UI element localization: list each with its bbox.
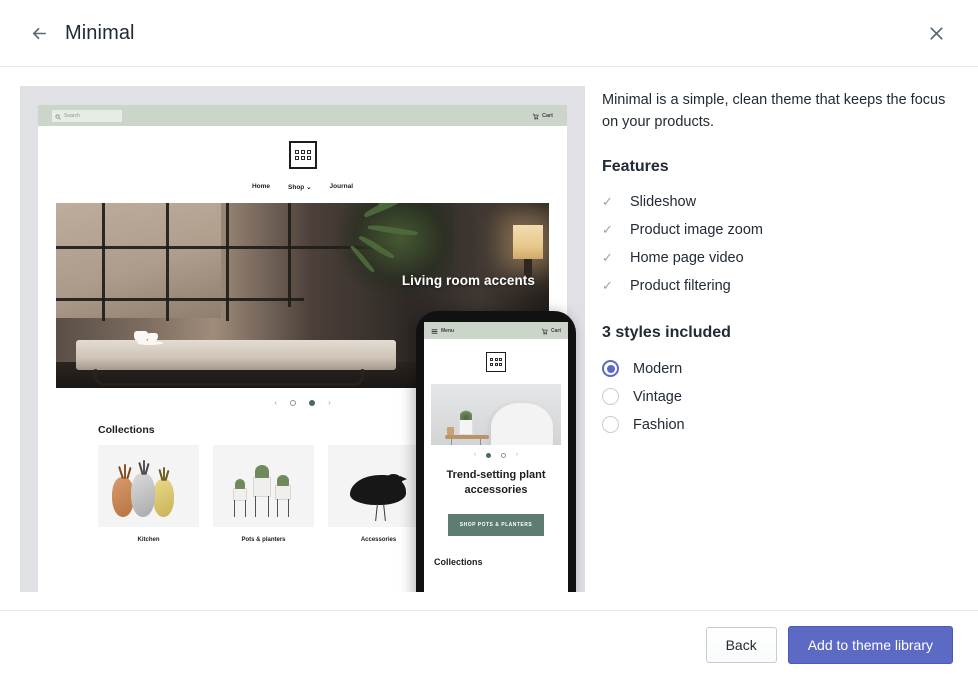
features-heading: Features xyxy=(602,157,669,175)
modal-header: Minimal xyxy=(0,0,978,67)
collection-card-kitchen[interactable]: Kitchen xyxy=(98,445,199,543)
mobile-cart-link[interactable]: Cart xyxy=(541,322,561,340)
add-to-theme-library-button[interactable]: Add to theme library xyxy=(787,625,953,664)
slideshow-prev-icon[interactable]: ‹ xyxy=(274,398,277,407)
back-button[interactable]: Back xyxy=(705,626,777,663)
slideshow-prev-icon[interactable]: ‹ xyxy=(474,452,476,458)
radio-button[interactable] xyxy=(602,360,619,378)
modal-footer: Back Add to theme library xyxy=(0,610,978,678)
theme-detail-modal: Minimal Search Cart Home Shop ⌄ Journal … xyxy=(0,0,978,678)
mobile-hero-image xyxy=(431,384,561,445)
cart-icon xyxy=(541,322,548,340)
store-nav: Home Shop ⌄ Journal xyxy=(38,183,567,191)
search-input[interactable]: Search xyxy=(52,107,122,125)
mobile-slideshow-controls: ‹ › xyxy=(424,452,568,458)
mobile-screen: Menu Cart ‹ › Trend-setting plant access… xyxy=(424,322,568,592)
collection-image-planters xyxy=(213,445,314,527)
check-icon: ✓ xyxy=(602,221,613,237)
feature-label: Product filtering xyxy=(630,277,731,294)
modal-body: Search Cart Home Shop ⌄ Journal Living r… xyxy=(0,67,978,610)
store-utility-bar: Search Cart xyxy=(38,105,567,126)
mobile-menu-button[interactable]: Menu xyxy=(431,322,454,340)
mobile-cart-label: Cart xyxy=(550,327,561,334)
slideshow-next-icon[interactable]: › xyxy=(516,452,518,458)
slideshow-dot-1[interactable] xyxy=(290,399,296,406)
feature-item: ✓ Product filtering xyxy=(602,272,952,300)
feature-label: Home page video xyxy=(630,249,744,266)
style-label: Modern xyxy=(633,360,683,377)
feature-item: ✓ Product image zoom xyxy=(602,216,952,244)
style-label: Fashion xyxy=(633,416,685,433)
check-icon: ✓ xyxy=(602,193,613,209)
theme-description: Minimal is a simple, clean theme that ke… xyxy=(602,92,946,131)
styles-heading: 3 styles included xyxy=(602,323,731,341)
collection-label: Pots & planters xyxy=(241,537,286,543)
back-arrow-icon[interactable] xyxy=(24,18,54,48)
radio-button[interactable] xyxy=(602,416,619,434)
slideshow-dot-1[interactable] xyxy=(486,452,491,458)
features-list: ✓ Slideshow ✓ Product image zoom ✓ Home … xyxy=(602,188,952,300)
close-icon[interactable] xyxy=(920,17,952,49)
theme-preview: Search Cart Home Shop ⌄ Journal Living r… xyxy=(20,86,585,592)
feature-label: Product image zoom xyxy=(630,221,763,238)
search-icon xyxy=(55,107,61,125)
style-option-vintage[interactable]: Vintage xyxy=(602,383,952,411)
slideshow-dot-2[interactable] xyxy=(309,399,315,406)
check-icon: ✓ xyxy=(602,277,613,293)
collection-card-accessories[interactable]: Accessories xyxy=(328,445,429,543)
mobile-logo-row xyxy=(424,352,568,372)
cart-link[interactable]: Cart xyxy=(532,107,553,125)
style-option-fashion[interactable]: Fashion xyxy=(602,411,952,439)
grid-square-logo-icon xyxy=(486,352,506,372)
page-title: Minimal xyxy=(65,21,135,44)
theme-info-panel: Minimal is a simple, clean theme that ke… xyxy=(602,89,952,439)
grid-square-logo-icon xyxy=(288,141,317,169)
mobile-collections-heading: Collections xyxy=(434,556,483,567)
collection-label: Kitchen xyxy=(137,537,160,543)
collection-label: Accessories xyxy=(360,537,397,543)
collection-image-bird xyxy=(328,445,429,527)
radio-button[interactable] xyxy=(602,388,619,406)
styles-radio-group: Modern Vintage Fashion xyxy=(602,355,952,439)
chevron-down-icon: ⌄ xyxy=(306,184,312,191)
slideshow-next-icon[interactable]: › xyxy=(328,398,331,407)
mobile-utility-bar: Menu Cart xyxy=(424,322,568,339)
hero-heading: Living room accents xyxy=(401,273,535,288)
search-placeholder: Search xyxy=(64,112,80,119)
cart-icon xyxy=(532,107,539,125)
mobile-menu-label: Menu xyxy=(441,327,455,334)
nav-item-shop[interactable]: Shop ⌄ xyxy=(288,183,312,191)
nav-item-journal[interactable]: Journal xyxy=(330,183,353,191)
feature-item: ✓ Home page video xyxy=(602,244,952,272)
collection-image-pineapples xyxy=(98,445,199,527)
mobile-cta-button[interactable]: SHOP POTS & PLANTERS xyxy=(447,513,545,536)
mobile-cta-row: SHOP POTS & PLANTERS xyxy=(424,513,568,536)
collection-card-pots-planters[interactable]: Pots & planters xyxy=(213,445,314,543)
style-label: Vintage xyxy=(633,388,682,405)
cart-label: Cart xyxy=(541,112,553,119)
feature-label: Slideshow xyxy=(630,193,697,210)
mobile-preview: Menu Cart ‹ › Trend-setting plant access… xyxy=(416,311,576,592)
nav-item-home[interactable]: Home xyxy=(252,183,270,191)
hamburger-icon xyxy=(431,322,438,340)
store-logo-row xyxy=(38,141,567,169)
feature-item: ✓ Slideshow xyxy=(602,188,952,216)
slideshow-dot-2[interactable] xyxy=(501,452,506,458)
mobile-hero-heading: Trend-setting plant accessories xyxy=(446,469,546,496)
check-icon: ✓ xyxy=(602,249,613,265)
style-option-modern[interactable]: Modern xyxy=(602,355,952,383)
